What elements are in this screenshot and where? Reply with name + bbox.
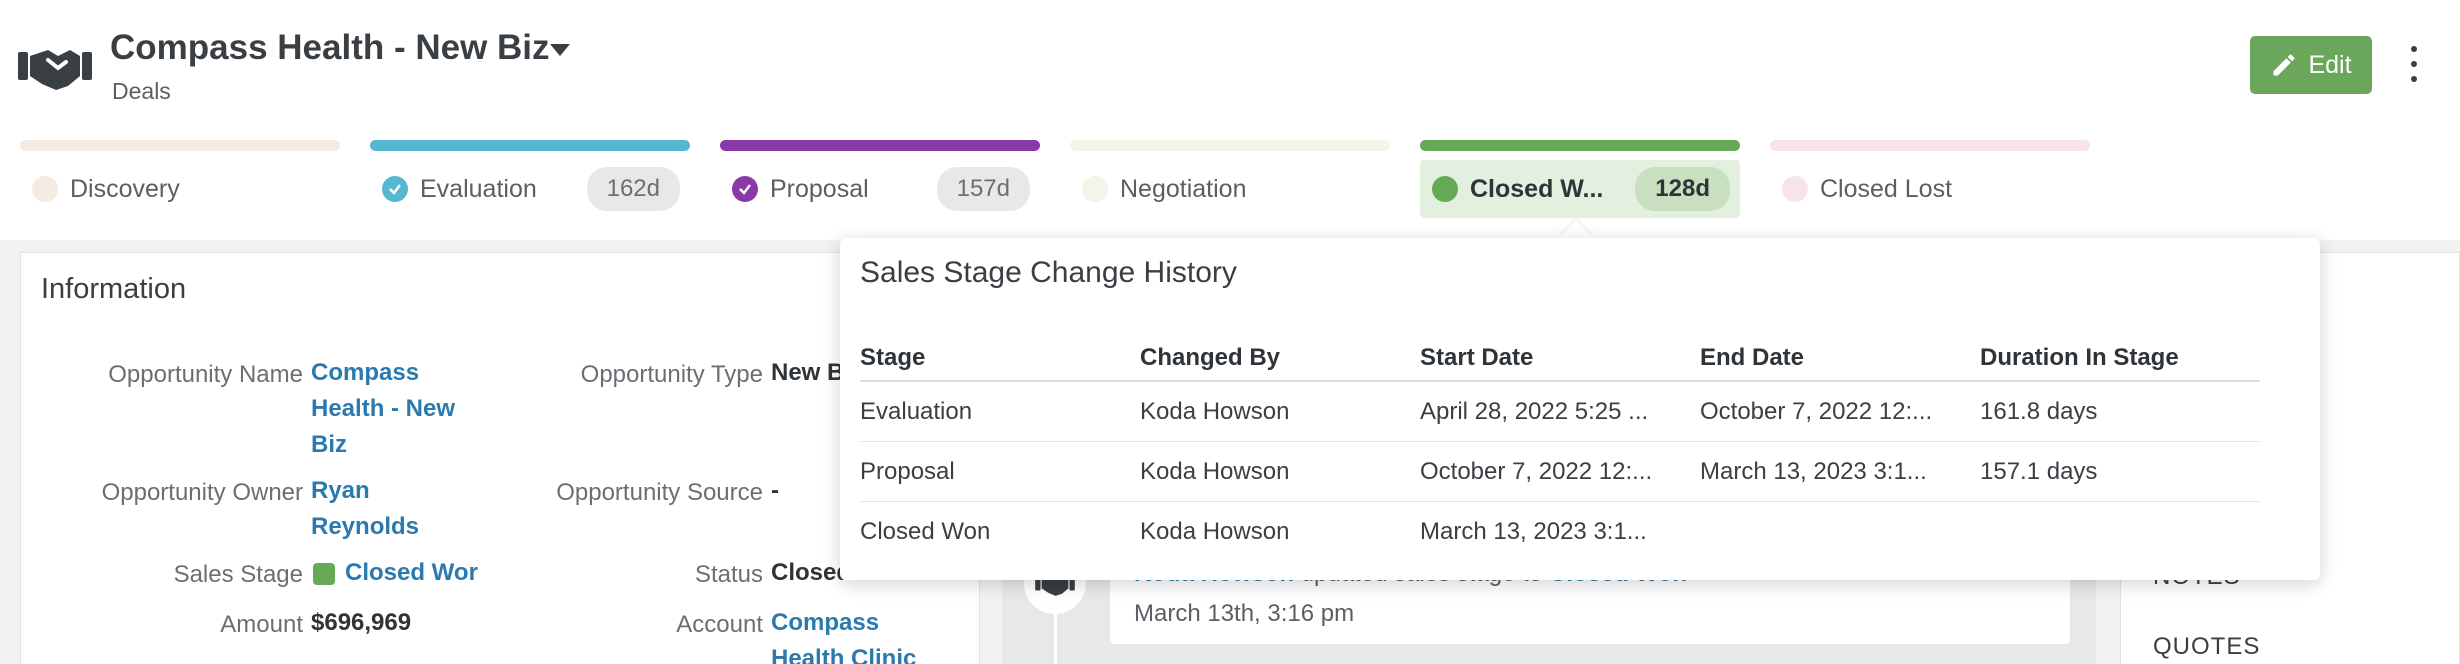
account-label: Account [676,611,763,638]
stage-label: Evaluation [420,174,537,203]
opportunity-source-value: - [771,477,779,504]
information-heading: Information [41,273,187,305]
table-cell: April 28, 2022 5:25 ... [1420,397,1649,425]
record-header: Compass Health - New Biz Deals Edit Disc… [0,0,2460,240]
column-header: Stage [860,344,926,371]
table-cell: Koda Howson [1140,397,1290,425]
opportunity-name-label: Opportunity Name [108,361,303,388]
related-quotes[interactable]: QUOTES [2153,633,2260,661]
opportunity-source-label: Opportunity Source [556,479,763,506]
record-type-label: Deals [112,78,171,104]
current-stage-icon [1432,176,1458,202]
stage-status-icon [32,176,58,202]
stage-label: Proposal [770,174,869,203]
pencil-icon [2273,54,2295,76]
stage-status-icon [1082,176,1108,202]
opportunity-type-value: New B [771,359,845,386]
opportunity-name-link[interactable]: Compass Health - New Biz [311,355,481,463]
table-cell: 157.1 days [1980,457,2098,485]
table-row: Closed Won Koda Howson March 13, 2023 3:… [860,502,2260,562]
table-row: Evaluation Koda Howson April 28, 2022 5:… [860,382,2260,442]
check-icon [382,176,408,202]
sales-stage-label: Sales Stage [173,561,303,588]
stage-duration-badge: 162d [586,167,680,211]
stage-discovery[interactable]: Discovery [20,140,340,220]
table-cell: 161.8 days [1980,397,2098,425]
timeline-rail [1054,612,1057,664]
information-panel: Information Opportunity Name Compass Hea… [20,252,980,664]
stage-proposal[interactable]: Proposal 157d [720,140,1040,220]
table-cell: October 7, 2022 12:... [1420,457,1653,485]
table-cell: March 13, 2023 3:1... [1420,518,1647,545]
column-header: Start Date [1420,344,1534,371]
column-header: Changed By [1140,344,1281,371]
sales-stage-icon [313,563,335,585]
stage-label: Negotiation [1120,174,1247,203]
check-icon [732,176,758,202]
page-title: Compass Health - New Biz [110,28,550,67]
table-row: Proposal Koda Howson October 7, 2022 12:… [860,442,2260,502]
stage-duration-badge: 157d [936,167,1030,211]
activity-timestamp: March 13th, 3:16 pm [1134,600,1355,627]
table-cell: March 13, 2023 3:1... [1700,457,1927,485]
stage-label: Closed W... [1470,174,1604,203]
stage-label: Closed Lost [1820,174,1953,203]
title-dropdown-icon[interactable] [550,44,570,56]
edit-button[interactable]: Edit [2250,36,2372,94]
table-cell: Koda Howson [1140,518,1290,545]
column-header: End Date [1700,344,1805,371]
stage-evaluation[interactable]: Evaluation 162d [370,140,690,220]
stage-status-icon [1782,176,1808,202]
table-cell: October 7, 2022 12:... [1700,397,1933,425]
stage-label: Discovery [70,174,180,203]
status-label: Status [694,561,763,588]
table-header: Stage Changed By Start Date End Date Dur… [860,336,2260,382]
stage-negotiation[interactable]: Negotiation [1070,140,1390,220]
opportunity-type-label: Opportunity Type [580,361,763,388]
amount-label: Amount [220,611,303,638]
column-header: Duration In Stage [1980,344,2179,371]
sales-stage-link[interactable]: Closed Wor [345,555,495,591]
stage-history-popover: Sales Stage Change History Stage Changed… [840,238,2320,580]
edit-button-label: Edit [2308,50,2352,79]
opportunity-owner-label: Opportunity Owner [101,479,303,506]
stage-closed-won[interactable]: Closed W... 128d [1420,140,1740,220]
account-link[interactable]: Compass Health Clinic [771,605,941,664]
amount-value: $696,969 [311,609,412,636]
status-value: Closed [771,559,852,586]
more-options-icon[interactable] [2406,46,2422,82]
table-cell: Evaluation [860,397,973,425]
handshake-icon [18,50,92,90]
popover-title: Sales Stage Change History [860,256,1237,289]
stage-history-table: Stage Changed By Start Date End Date Dur… [860,336,2260,562]
opportunity-owner-link[interactable]: Ryan Reynolds [311,473,461,545]
table-cell: Proposal [860,457,955,485]
stage-closed-lost[interactable]: Closed Lost [1770,140,2090,220]
stage-duration-badge: 128d [1635,167,1730,211]
table-cell: Koda Howson [1140,457,1290,485]
table-cell: Closed Won [860,518,991,545]
